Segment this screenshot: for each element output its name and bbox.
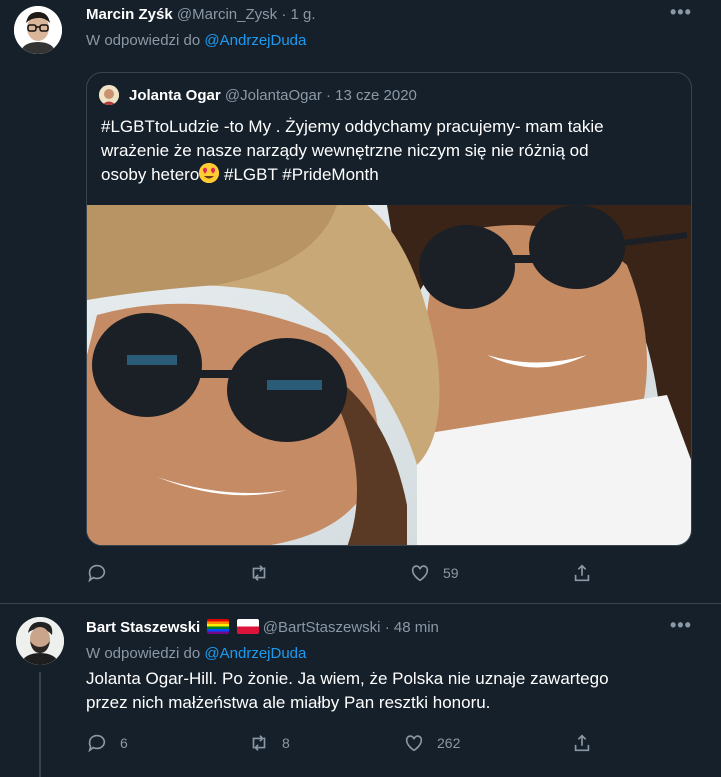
- quoted-text-line: #LGBTtoLudzie -to My . Żyjemy oddychamy …: [101, 117, 604, 136]
- avatar[interactable]: [14, 6, 62, 54]
- tweet-text-line: Jolanta Ogar-Hill. Po żonie. Ja wiem, że…: [86, 669, 609, 688]
- replying-prefix: W odpowiedzi do: [86, 32, 201, 49]
- retweet-icon: [252, 565, 266, 581]
- share-icon: [574, 734, 590, 752]
- more-options-icon[interactable]: •••: [670, 2, 692, 23]
- tweet-text-line: przez nich małżeństwa ale miałby Pan res…: [86, 693, 491, 712]
- like-button[interactable]: 262: [403, 733, 460, 753]
- heart-icon: [405, 735, 423, 752]
- thread-line: [39, 672, 41, 777]
- avatar[interactable]: [16, 617, 64, 665]
- retweet-button[interactable]: 8: [248, 733, 290, 753]
- retweet-button[interactable]: [248, 563, 270, 583]
- timestamp[interactable]: 1 g.: [290, 6, 315, 23]
- quoted-hashtags[interactable]: #LGBT #PrideMonth: [219, 165, 379, 184]
- poland-flag-icon: [236, 619, 259, 634]
- like-count: 59: [443, 565, 459, 581]
- tweet-header: Bart Staszewski @BartStaszewski · 48 min: [86, 618, 439, 638]
- like-count: 262: [437, 735, 461, 751]
- quoted-header: Jolanta Ogar @JolantaOgar · 13 cze 2020: [129, 86, 417, 106]
- quoted-author-name[interactable]: Jolanta Ogar: [129, 87, 221, 104]
- quoted-text-line: osoby hetero #LGBT #PrideMonth: [101, 163, 681, 187]
- separator: ·: [326, 87, 331, 104]
- quoted-text-segment: osoby hetero: [101, 165, 200, 184]
- share-button[interactable]: [571, 563, 593, 583]
- quoted-text-line: wrażenie że nasze narządy wewnętrzne nic…: [101, 141, 589, 160]
- replying-to: W odpowiedzi do @AndrzejDuda: [86, 31, 306, 51]
- more-options-icon[interactable]: •••: [670, 615, 692, 636]
- separator: ·: [281, 6, 287, 23]
- like-button[interactable]: 59: [409, 563, 459, 583]
- replying-to-link[interactable]: @AndrzejDuda: [204, 32, 306, 49]
- quoted-tweet[interactable]: Jolanta Ogar @JolantaOgar · 13 cze 2020 …: [86, 72, 692, 546]
- quoted-author-handle[interactable]: @JolantaOgar: [225, 87, 322, 104]
- reply-button[interactable]: 6: [86, 733, 128, 753]
- author-name[interactable]: Bart Staszewski: [86, 619, 200, 636]
- author-handle[interactable]: @BartStaszewski: [263, 619, 381, 636]
- tweet-header: Marcin Zyśk @Marcin_Zysk · 1 g.: [86, 5, 316, 25]
- reply-icon: [88, 734, 106, 753]
- quoted-date: 13 cze 2020: [335, 87, 417, 104]
- author-name[interactable]: Marcin Zyśk: [86, 6, 173, 23]
- retweet-count: 8: [282, 735, 290, 751]
- timestamp[interactable]: 48 min: [394, 619, 439, 636]
- retweet-icon: [252, 735, 266, 751]
- replying-to-link[interactable]: @AndrzejDuda: [204, 645, 306, 662]
- reply-button[interactable]: [86, 563, 108, 583]
- share-button[interactable]: [571, 733, 593, 753]
- share-icon: [574, 564, 590, 582]
- author-handle[interactable]: @Marcin_Zysk: [177, 6, 277, 23]
- quoted-photo[interactable]: [87, 205, 691, 545]
- tweet[interactable]: Marcin Zyśk @Marcin_Zysk · 1 g. ••• W od…: [0, 0, 721, 604]
- replying-to: W odpowiedzi do @AndrzejDuda: [86, 644, 306, 664]
- tweet-text: Jolanta Ogar-Hill. Po żonie. Ja wiem, że…: [86, 667, 686, 715]
- quoted-text: #LGBTtoLudzie -to My . Żyjemy oddychamy …: [101, 115, 681, 187]
- heart-eyes-emoji-icon: [199, 163, 220, 183]
- quoted-avatar[interactable]: [99, 85, 119, 105]
- reply-icon: [88, 564, 106, 583]
- heart-icon: [411, 565, 429, 582]
- rainbow-flag-icon: [207, 619, 230, 634]
- reply-count: 6: [120, 735, 128, 751]
- replying-prefix: W odpowiedzi do: [86, 645, 201, 662]
- separator: ·: [384, 619, 390, 636]
